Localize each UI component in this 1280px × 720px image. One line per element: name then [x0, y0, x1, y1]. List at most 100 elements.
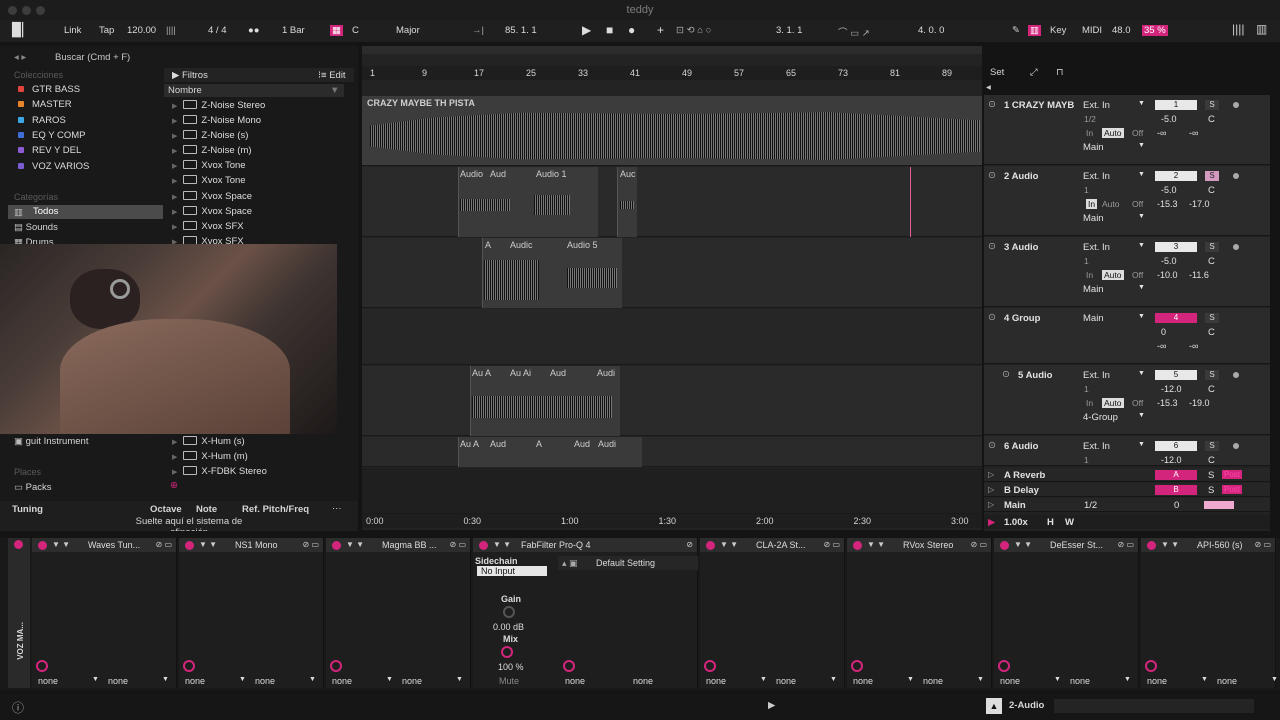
arm-icon[interactable] — [1233, 244, 1239, 250]
input-channel-select[interactable]: 1 — [1084, 256, 1089, 266]
play-small-icon[interactable]: ▶ — [768, 700, 775, 711]
file-item[interactable]: ▶ Xvox Tone — [172, 175, 246, 186]
track-name[interactable]: 1 CRAZY MAYB — [1004, 100, 1074, 111]
key-root-select[interactable]: C — [352, 25, 359, 36]
pan-field[interactable]: C — [1208, 455, 1215, 466]
expand-arrow-icon[interactable]: ▶ — [172, 209, 177, 216]
volume-field[interactable]: -5.0 — [1161, 114, 1177, 124]
fold-icon[interactable]: ⊙ — [1002, 369, 1010, 380]
expand-arrow-icon[interactable]: ▶ — [172, 148, 177, 155]
track-lane-3[interactable]: A Audic Audio 5 — [362, 238, 982, 308]
dropdown-arrow-icon[interactable]: ▼ — [386, 676, 393, 683]
mute-button[interactable]: Mute — [499, 676, 519, 686]
device-3[interactable]: ▼ ▼ Magma BB ... ⊘ ▭ none ▼ none ▼ — [326, 538, 471, 688]
dropdown-arrow-icon[interactable]: ▼ — [309, 676, 316, 683]
file-item[interactable]: ▶ Xvox Space — [172, 191, 252, 202]
device-controls-icon[interactable]: ⊘ ▭ — [1255, 540, 1271, 549]
dropdown-arrow-icon[interactable]: ▼ — [1138, 284, 1145, 291]
post-button[interactable]: Post — [1222, 470, 1243, 479]
dropdown-arrow-icon[interactable]: ▼ — [162, 676, 169, 683]
more-icon[interactable]: ··· — [332, 503, 342, 514]
solo-button[interactable]: S — [1205, 370, 1219, 380]
save-preset-icon[interactable]: ▴ ▣ — [562, 558, 578, 569]
track-icon[interactable]: ▲ — [986, 698, 1002, 714]
dropdown-arrow-icon[interactable]: ▼ — [1138, 313, 1145, 320]
device-power-icon[interactable] — [14, 540, 23, 549]
track-lane-5[interactable]: Au A Au Ai Aud Audi — [362, 366, 982, 436]
device-header[interactable]: ▼ ▼ Magma BB ... ⊘ ▭ — [326, 538, 470, 552]
arm-icon[interactable] — [1233, 102, 1239, 108]
device-power-icon[interactable] — [332, 541, 341, 550]
mixer-track-3[interactable]: ⊙ 3 Audio Ext. In ▼ 1 3 S -5.0 C In Auto Off -10.0 -1… — [984, 237, 1270, 307]
link-button[interactable]: Link — [64, 25, 81, 36]
device-8[interactable]: ▼ ▼ API-560 (s) ⊘ ▭ none ▼ none ▼ — [1141, 538, 1278, 688]
view-toggle-icon[interactable]: ▥ — [1256, 22, 1267, 36]
main-track[interactable]: ▷ Main 1/2 0 — [984, 498, 1270, 512]
guit-instrument-item[interactable]: ▣ guit Instrument — [14, 436, 88, 447]
key-map-button[interactable]: Key — [1050, 25, 1066, 36]
input-type-select[interactable]: Main — [1083, 313, 1104, 324]
dropdown-arrow-icon[interactable]: ▼ — [1138, 171, 1145, 178]
expand-arrow-icon[interactable]: ▶ — [172, 118, 177, 125]
device-header[interactable]: ▼ ▼ API-560 (s) ⊘ ▭ — [1141, 538, 1275, 552]
main-channel-select[interactable]: 1/2 — [1084, 500, 1097, 511]
param-select-b[interactable]: none — [402, 676, 422, 686]
device-controls-icon[interactable]: ⊘ ▭ — [1118, 540, 1134, 549]
fold-icon[interactable]: ⊙ — [988, 99, 996, 110]
input-channel-select[interactable]: 1 — [1084, 384, 1089, 394]
expand-arrow-icon[interactable]: ▶ — [172, 163, 177, 170]
device-menu-icon[interactable]: ▼ ▼ — [199, 540, 217, 549]
nudge-icon[interactable]: |||| — [166, 25, 176, 36]
file-item[interactable]: ▶ Z-Noise (s) — [172, 130, 248, 141]
device-header[interactable]: ▼ ▼ CLA-2A St... ⊘ ▭ — [700, 538, 844, 552]
device-controls-icon[interactable]: ⊘ ▭ — [303, 540, 319, 549]
overview-strip[interactable] — [362, 46, 982, 54]
monitor-off[interactable]: Off — [1132, 199, 1143, 209]
param-select-a[interactable]: none — [565, 676, 585, 686]
device-menu-icon[interactable]: ▼ ▼ — [346, 540, 364, 549]
post-button[interactable]: Post — [1222, 485, 1243, 494]
midi-map-button[interactable]: MIDI — [1082, 25, 1102, 36]
song-position-field[interactable]: 85. 1. 1 — [505, 25, 537, 36]
file-item[interactable]: ▶ Xvox SFX — [172, 221, 244, 232]
dropdown-arrow-icon[interactable]: ▼ — [1138, 441, 1145, 448]
search-input[interactable]: Buscar (Cmd + F) — [55, 52, 130, 63]
dropdown-arrow-icon[interactable]: ▼ — [1138, 370, 1145, 377]
main-name[interactable]: Main — [1004, 500, 1026, 511]
return-name[interactable]: B Delay — [1004, 485, 1039, 496]
minimize-window-button[interactable] — [22, 6, 31, 15]
arm-icon[interactable] — [1233, 372, 1239, 378]
pan-field[interactable]: C — [1208, 114, 1215, 125]
param-select-b[interactable]: none — [1070, 676, 1090, 686]
file-item[interactable]: ▶ Xvox Tone — [172, 160, 246, 171]
param-select-a[interactable]: none — [706, 676, 726, 686]
input-channel-select[interactable]: 1 — [1084, 185, 1089, 195]
dropdown-arrow-icon[interactable]: ▼ — [1138, 242, 1145, 249]
param-select-a[interactable]: none — [185, 676, 205, 686]
close-window-button[interactable] — [8, 6, 17, 15]
dropdown-arrow-icon[interactable]: ▼ — [760, 676, 767, 683]
dropdown-arrow-icon[interactable]: ▼ — [1138, 142, 1145, 149]
fold-icon[interactable]: ⊙ — [988, 312, 996, 323]
dropdown-arrow-icon[interactable]: ▼ — [239, 676, 246, 683]
add-item-icon[interactable]: ⊕ — [170, 480, 178, 491]
keyboard-icon[interactable]: ▥ — [1028, 25, 1041, 36]
return-track[interactable]: ▷ A Reverb A S Post — [984, 468, 1270, 482]
device-power-icon[interactable] — [706, 541, 715, 550]
dropdown-arrow-icon[interactable]: ▼ — [1271, 676, 1278, 683]
zoom-window-button[interactable] — [36, 6, 45, 15]
input-type-select[interactable]: Ext. In — [1083, 242, 1110, 253]
device-4[interactable]: ▼ ▼ FabFilter Pro-Q 4 ⊘ Sidechain No Input Ga… — [473, 538, 698, 688]
dropdown-arrow-icon[interactable]: ▼ — [907, 676, 914, 683]
fold-icon[interactable]: ▷ — [988, 485, 994, 494]
input-type-select[interactable]: Ext. In — [1083, 441, 1110, 452]
macro-knob[interactable] — [183, 660, 195, 672]
monitor-off[interactable]: Off — [1132, 398, 1143, 408]
file-item[interactable]: ▶ X-Hum (s) — [172, 436, 245, 447]
solo-button[interactable]: S — [1205, 100, 1219, 110]
time-signature-field[interactable]: 4 / 4 — [208, 25, 227, 36]
overdub-icon[interactable]: ⊡ ⟲ ⌂ ○ — [676, 25, 711, 36]
param-select-b[interactable]: none — [633, 676, 653, 686]
file-item[interactable]: ▶ X-Hum (m) — [172, 451, 248, 462]
expand-arrow-icon[interactable]: ▶ — [172, 439, 177, 446]
